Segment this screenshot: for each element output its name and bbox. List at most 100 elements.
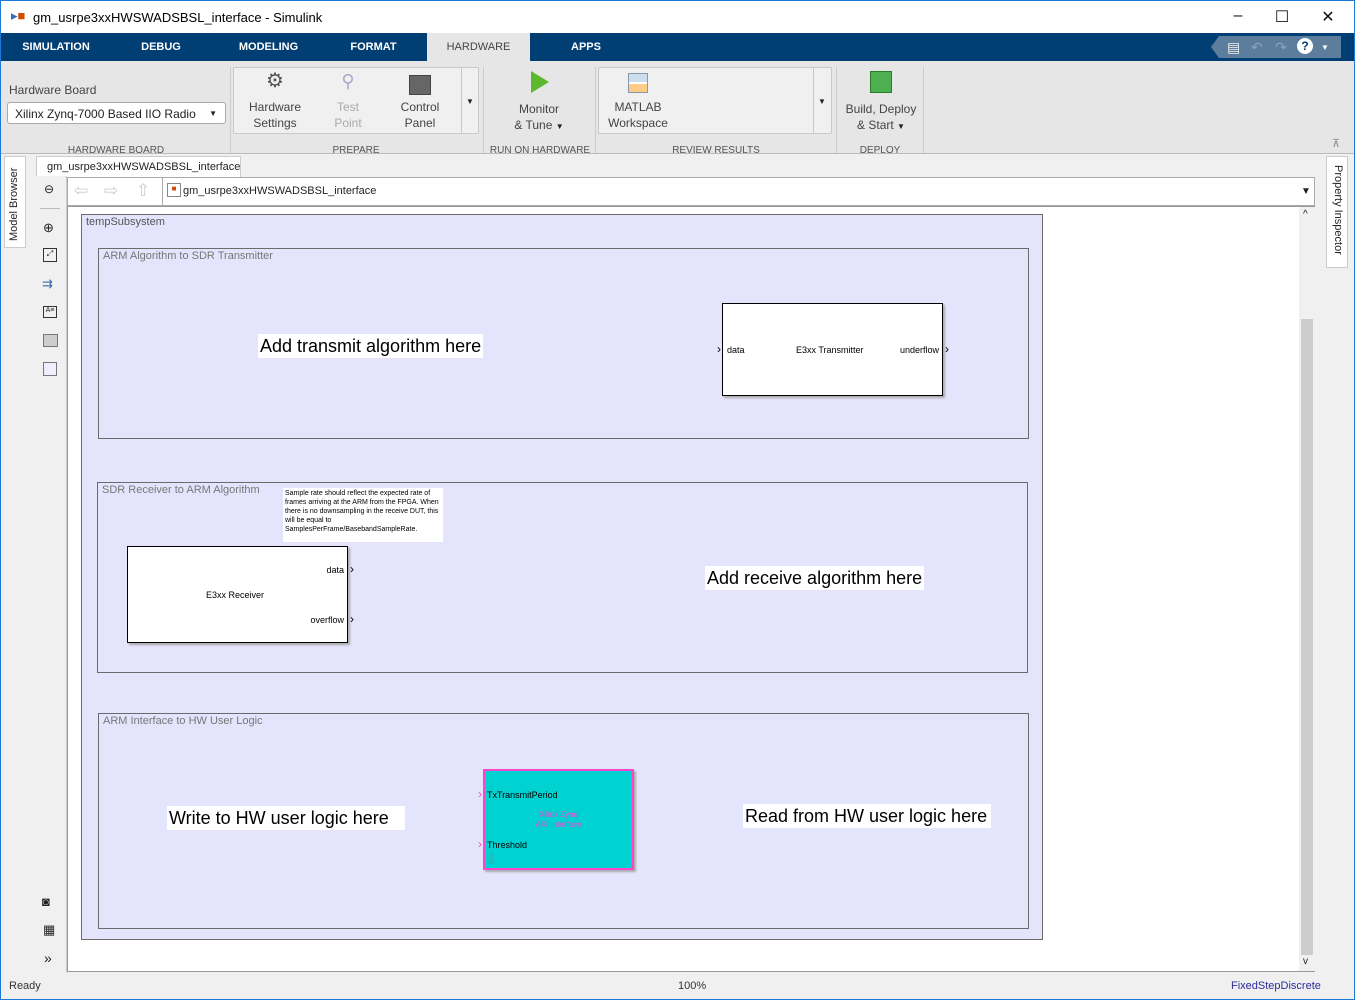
fit-to-view-icon[interactable]: ⤢ <box>43 248 57 262</box>
collapse-ribbon-icon[interactable]: ⊼ <box>1332 137 1340 150</box>
scroll-up-icon[interactable]: ^ <box>1303 209 1308 220</box>
sample-rate-note[interactable]: Sample rate should reflect the expected … <box>283 488 443 542</box>
annotation-icon[interactable]: A≡ <box>43 306 57 318</box>
input-port-icon: › <box>478 837 482 851</box>
group-deploy: DEPLOY <box>859 145 901 156</box>
tab-modeling[interactable]: MODELING <box>226 33 311 61</box>
zoom-icon[interactable]: ⊕ <box>43 220 54 236</box>
read-hw-note[interactable]: Read from HW user logic here <box>743 804 991 828</box>
property-inspector-label: Property Inspector <box>1332 165 1344 255</box>
hardware-settings-label: Hardware Settings <box>248 100 302 130</box>
help-icon[interactable]: ? <box>1297 38 1313 54</box>
block-name-line1: Xilinx Zynq <box>538 810 579 819</box>
tab-format[interactable]: FORMAT <box>336 33 411 61</box>
run-icon <box>531 71 549 93</box>
rx-algorithm-note[interactable]: Add receive algorithm here <box>705 566 925 590</box>
undo-icon[interactable]: ↶ <box>1251 39 1263 56</box>
more-icon[interactable]: ▼ <box>1321 43 1329 52</box>
control-panel-icon <box>409 75 431 95</box>
camera-icon[interactable]: ◙ <box>42 894 50 909</box>
port-underflow: underflow <box>899 345 939 355</box>
solver-link[interactable]: FixedStepDiscrete <box>1231 980 1321 992</box>
block-name: E3xx Receiver <box>206 590 265 600</box>
close-button[interactable]: ✕ <box>1313 7 1343 29</box>
output-port-icon: › <box>350 562 354 576</box>
workspace-icon <box>628 73 648 93</box>
port-txtransmitperiod: TxTransmitPeriod <box>487 790 558 800</box>
model-browser-tab[interactable]: Model Browser <box>4 156 26 248</box>
tab-debug[interactable]: DEBUG <box>121 33 201 61</box>
zoom-level[interactable]: 100% <box>678 980 706 992</box>
block-name-line2: AXI Interface <box>535 820 582 829</box>
input-port-icon: › <box>717 342 721 356</box>
axi-interface-block[interactable]: › TxTransmitPeriod Xilinx Zynq AXI Inter… <box>478 769 634 870</box>
group-review-results: REVIEW RESULTS <box>672 145 760 156</box>
test-point-button[interactable]: ⚲ Test Point <box>321 72 375 131</box>
output-port-icon: › <box>350 612 354 626</box>
property-icon[interactable]: ▦ <box>43 922 55 938</box>
area-hw-label: ARM Interface to HW User Logic <box>103 715 263 727</box>
hardware-settings-button[interactable]: ⚙ Hardware Settings <box>241 70 309 131</box>
hardware-board-value: Xilinx Zynq-7000 Based IIO Radio <box>15 107 196 121</box>
forward-icon[interactable]: ⇨ <box>104 181 118 201</box>
monitor-tune-button[interactable]: Monitor & Tune ▼ <box>501 71 577 135</box>
group-hardware-board: HARDWARE BOARD <box>67 145 165 156</box>
editor-tab-label: gm_usrpe3xxHWSWADSBSL_interface <box>47 161 241 173</box>
property-inspector-tab[interactable]: Property Inspector <box>1326 156 1348 268</box>
signal-routing-icon[interactable]: ⇉ <box>42 276 53 292</box>
address-bar: ⇦ ⇨ ⇧ ■ gm_usrpe3xxHWSWADSBSL_interface … <box>67 177 1315 206</box>
area-tx-label: ARM Algorithm to SDR Transmitter <box>103 250 273 262</box>
matlab-workspace-button[interactable]: MATLAB Workspace <box>601 73 675 131</box>
port-overflow: overflow <box>310 615 344 625</box>
tab-simulation[interactable]: SIMULATION <box>6 33 106 61</box>
subsystem-label: tempSubsystem <box>86 216 165 228</box>
vertical-scrollbar[interactable]: ^ v <box>1299 207 1315 971</box>
status-bar: Ready 100% FixedStepDiscrete <box>1 975 1354 998</box>
build-deploy-start-button[interactable]: Build, Deploy & Start ▼ <box>839 71 923 135</box>
editor-tab[interactable]: gm_usrpe3xxHWSWADSBSL_interface <box>36 156 241 177</box>
scrollbar-thumb[interactable] <box>1301 319 1313 955</box>
tab-hardware[interactable]: HARDWARE <box>427 33 530 61</box>
write-hw-note[interactable]: Write to HW user logic here <box>167 806 405 830</box>
tab-apps[interactable]: APPS <box>556 33 616 61</box>
breadcrumb[interactable]: gm_usrpe3xxHWSWADSBSL_interface <box>183 185 376 197</box>
port-data: data <box>326 565 344 575</box>
ribbon-tabs: SIMULATION DEBUG MODELING FORMAT HARDWAR… <box>1 33 1354 61</box>
expand-icon[interactable]: » <box>44 950 52 966</box>
scroll-down-icon[interactable]: v <box>1303 956 1308 967</box>
output-port-icon: › <box>945 342 949 356</box>
status-text: Ready <box>9 980 41 992</box>
maximize-button[interactable]: ☐ <box>1267 7 1297 29</box>
hardware-board-dropdown[interactable]: Xilinx Zynq-7000 Based IIO Radio ▼ <box>7 102 226 124</box>
address-dropdown-icon[interactable]: ▼ <box>1301 186 1311 197</box>
ribbon: Hardware Board Xilinx Zynq-7000 Based II… <box>1 61 1354 156</box>
test-point-label: Test Point <box>334 100 362 130</box>
minimize-button[interactable]: – <box>1223 7 1253 29</box>
hide-browser-icon[interactable]: ⊖ <box>44 182 54 196</box>
control-panel-button[interactable]: Control Panel <box>391 73 449 131</box>
chevron-down-icon: ▼ <box>209 109 217 118</box>
build-label: Build, Deploy <box>845 102 917 116</box>
review-expand-icon[interactable]: ▼ <box>818 97 826 106</box>
simulink-icon: ▸■ <box>11 8 26 23</box>
gear-icon: ⚙ <box>266 70 284 92</box>
prepare-expand-icon[interactable]: ▼ <box>466 97 474 106</box>
area-icon[interactable] <box>43 362 57 376</box>
title-bar: ▸■ gm_usrpe3xxHWSWADSBSL_interface - Sim… <box>1 1 1354 33</box>
back-icon[interactable]: ⇦ <box>74 181 88 201</box>
up-icon[interactable]: ⇧ <box>136 181 150 201</box>
control-panel-label: Control Panel <box>400 100 440 130</box>
image-icon[interactable] <box>43 334 58 347</box>
workspace-label: MATLAB <box>614 100 662 114</box>
port-threshold: Threshold <box>487 840 528 850</box>
model-icon: ■ <box>167 183 181 197</box>
redo-icon[interactable]: ↷ <box>1275 39 1287 56</box>
area-rx-label: SDR Receiver to ARM Algorithm <box>102 484 260 496</box>
window-title: gm_usrpe3xxHWSWADSBSL_interface - Simuli… <box>33 10 323 25</box>
save-icon[interactable]: ▤ <box>1227 39 1240 56</box>
tx-algorithm-note[interactable]: Add transmit algorithm here <box>258 334 484 358</box>
e3xx-transmitter-block[interactable]: › data E3xx Transmitter underflow › <box>717 303 949 396</box>
e3xx-receiver-block[interactable]: data › E3xx Receiver overflow › <box>127 546 354 643</box>
download-arrow-icon: ⇩ <box>486 852 497 867</box>
port-data: data <box>727 345 745 355</box>
